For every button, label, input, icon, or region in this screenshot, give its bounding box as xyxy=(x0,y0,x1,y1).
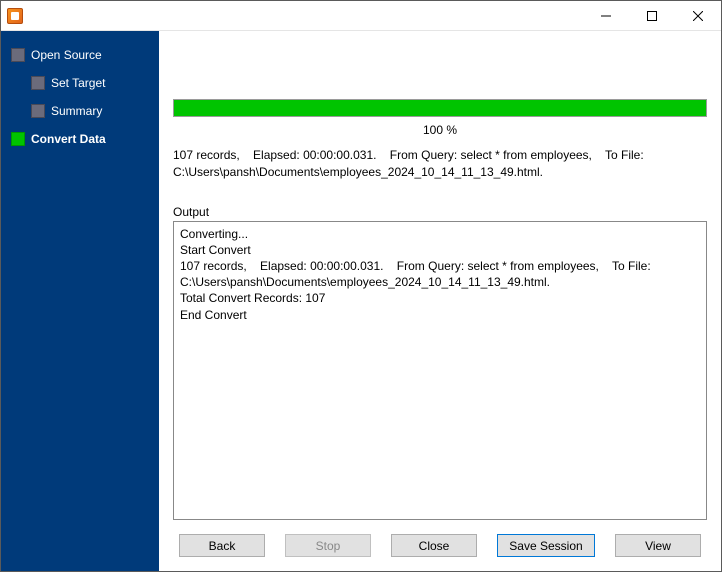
output-log[interactable]: Converting... Start Convert 107 records,… xyxy=(173,221,707,520)
minimize-button[interactable] xyxy=(583,1,629,30)
body: Open Source Set Target Summary Convert D… xyxy=(1,31,721,571)
sidebar-item-set-target[interactable]: Set Target xyxy=(1,69,159,97)
sidebar: Open Source Set Target Summary Convert D… xyxy=(1,31,159,571)
main-panel: 100 % 107 records, Elapsed: 00:00:00.031… xyxy=(159,31,721,571)
sidebar-item-label: Set Target xyxy=(51,76,105,90)
close-button[interactable]: Close xyxy=(391,534,477,557)
spacer xyxy=(173,41,707,99)
save-session-button[interactable]: Save Session xyxy=(497,534,595,557)
step-box-icon xyxy=(31,76,45,90)
output-label: Output xyxy=(173,205,707,219)
back-button[interactable]: Back xyxy=(179,534,265,557)
close-window-button[interactable] xyxy=(675,1,721,30)
maximize-button[interactable] xyxy=(629,1,675,30)
progress-bar xyxy=(173,99,707,117)
status-text: 107 records, Elapsed: 00:00:00.031. From… xyxy=(173,147,707,181)
sidebar-item-convert-data[interactable]: Convert Data xyxy=(1,125,159,153)
progress-percent: 100 % xyxy=(173,123,707,137)
step-box-icon xyxy=(11,132,25,146)
step-box-icon xyxy=(31,104,45,118)
step-box-icon xyxy=(11,48,25,62)
sidebar-item-summary[interactable]: Summary xyxy=(1,97,159,125)
view-button[interactable]: View xyxy=(615,534,701,557)
titlebar xyxy=(1,1,721,31)
app-icon xyxy=(7,8,23,24)
window-controls xyxy=(583,1,721,30)
sidebar-item-label: Convert Data xyxy=(31,132,106,146)
button-row: Back Stop Close Save Session View xyxy=(173,534,707,561)
sidebar-item-open-source[interactable]: Open Source xyxy=(1,41,159,69)
sidebar-item-label: Summary xyxy=(51,104,102,118)
sidebar-item-label: Open Source xyxy=(31,48,102,62)
stop-button: Stop xyxy=(285,534,371,557)
app-window: Open Source Set Target Summary Convert D… xyxy=(0,0,722,572)
